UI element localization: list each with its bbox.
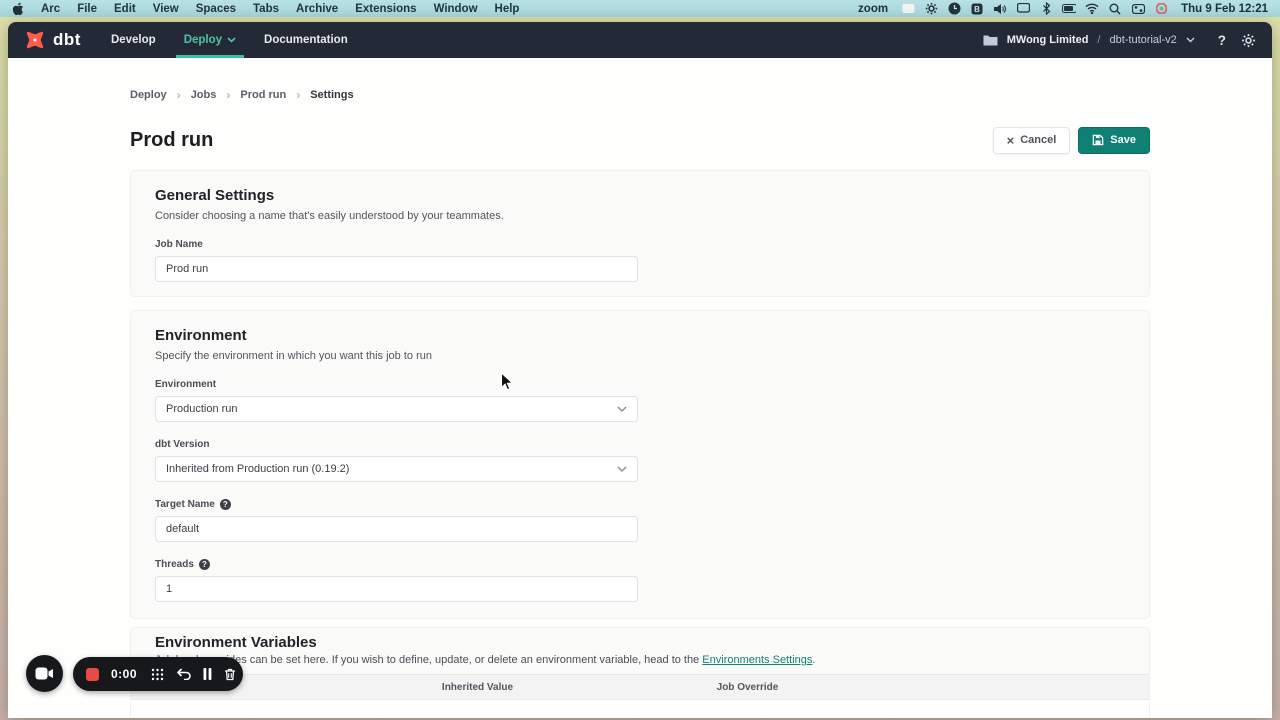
macos-menubar: Arc File Edit View Spaces Tabs Archive E… [0, 0, 1280, 17]
menubar-item-arc[interactable]: Arc [41, 3, 60, 15]
general-settings-heading: General Settings [155, 187, 1125, 204]
threads-input[interactable] [155, 576, 638, 602]
environment-variables-heading: Environment Variables [155, 634, 1125, 651]
chevron-down-icon[interactable] [1186, 37, 1195, 43]
job-name-input[interactable] [155, 256, 638, 282]
threads-label: Threads ? [155, 558, 638, 570]
battery-icon[interactable] [1062, 2, 1076, 16]
header-separator: / [1097, 34, 1100, 46]
close-icon: × [1007, 133, 1015, 148]
breadcrumb-prod-run[interactable]: Prod run [240, 89, 286, 101]
settings-page: Deploy › Jobs › Prod run › Settings Prod… [130, 58, 1150, 718]
help-icon[interactable]: ? [199, 559, 210, 570]
pause-icon[interactable] [203, 668, 212, 680]
menubar-item-help[interactable]: Help [495, 3, 520, 15]
recording-timer: 0:00 [111, 667, 137, 681]
environments-settings-link[interactable]: Environments Settings [702, 654, 812, 666]
chevron-down-icon [617, 406, 627, 412]
trash-icon[interactable] [224, 668, 236, 681]
video-camera-icon [35, 667, 54, 680]
volume-icon[interactable] [993, 2, 1007, 16]
dbt-version-label: dbt Version [155, 438, 638, 450]
desktop-wallpaper: Arc File Edit View Spaces Tabs Archive E… [0, 0, 1280, 720]
target-name-input[interactable] [155, 516, 638, 542]
dbt-logo-icon [24, 29, 46, 51]
clock-icon[interactable] [947, 2, 961, 16]
menubar-item-extensions[interactable]: Extensions [355, 3, 416, 15]
grid-icon[interactable] [151, 668, 164, 681]
nav-deploy[interactable]: Deploy [184, 22, 236, 58]
gear-icon[interactable] [924, 2, 938, 16]
camera-button[interactable] [26, 655, 63, 692]
table-row [131, 700, 1149, 718]
save-button[interactable]: Save [1078, 127, 1150, 154]
wifi-icon[interactable] [1085, 2, 1099, 16]
environment-variables-table-header: Inherited Value Job Override [131, 674, 1149, 700]
breadcrumb-separator: › [177, 88, 181, 102]
general-settings-card: General Settings Consider choosing a nam… [130, 170, 1150, 297]
environment-heading: Environment [155, 327, 1125, 344]
help-icon[interactable]: ? [1218, 33, 1226, 48]
dbt-app-header: dbt Develop Deploy Documentation MWong L [8, 22, 1272, 58]
search-icon[interactable] [1108, 2, 1122, 16]
breadcrumb: Deploy › Jobs › Prod run › Settings [130, 88, 1150, 102]
environment-select-label: Environment [155, 378, 638, 390]
chevron-down-icon [617, 466, 627, 472]
environment-variables-card: Environment Variables Job level override… [130, 627, 1150, 718]
chevron-down-icon [227, 37, 236, 43]
control-center-icon[interactable] [1131, 2, 1145, 16]
environment-subtitle: Specify the environment in which you wan… [155, 350, 1125, 362]
bluetooth-icon[interactable] [1039, 2, 1053, 16]
undo-icon[interactable] [176, 668, 191, 680]
dbt-logo[interactable]: dbt [24, 22, 81, 58]
environment-card: Environment Specify the environment in w… [130, 310, 1150, 619]
help-icon[interactable]: ? [220, 499, 231, 510]
folder-icon [983, 34, 998, 46]
save-icon [1092, 134, 1104, 146]
stop-record-button[interactable] [86, 668, 99, 681]
project-switcher[interactable]: dbt-tutorial-v2 [1109, 34, 1176, 46]
environment-variables-description: Job level overrides can be set here. If … [155, 654, 1125, 666]
menubar-item-file[interactable]: File [77, 3, 97, 15]
general-settings-subtitle: Consider choosing a name that's easily u… [155, 210, 1125, 222]
cancel-button[interactable]: × Cancel [993, 127, 1071, 154]
breadcrumb-deploy[interactable]: Deploy [130, 89, 167, 101]
account-switcher[interactable]: MWong Limited [1007, 34, 1089, 46]
column-job-override: Job Override [620, 682, 875, 693]
settings-gear-icon[interactable] [1241, 33, 1256, 48]
page-title: Prod run [130, 129, 213, 152]
svg-text:B: B [974, 5, 980, 14]
recording-toolbar: 0:00 [73, 657, 243, 691]
box-app-icon[interactable]: B [970, 2, 984, 16]
target-name-label: Target Name ? [155, 498, 638, 510]
menubar-clock[interactable]: Thu 9 Feb 12:21 [1181, 3, 1268, 15]
menubar-zoom-app[interactable]: zoom [858, 3, 888, 15]
screen-mirror-icon[interactable] [901, 2, 915, 16]
job-name-label: Job Name [155, 238, 638, 250]
menubar-item-spaces[interactable]: Spaces [196, 3, 236, 15]
menubar-item-view[interactable]: View [153, 3, 179, 15]
main-nav: Develop Deploy Documentation [111, 22, 348, 58]
menubar-item-window[interactable]: Window [434, 3, 478, 15]
browser-window: dbt Develop Deploy Documentation MWong L [8, 22, 1272, 718]
breadcrumb-jobs[interactable]: Jobs [191, 89, 217, 101]
breadcrumb-separator: › [226, 88, 230, 102]
column-inherited-value: Inherited Value [335, 682, 620, 693]
nav-documentation[interactable]: Documentation [264, 22, 348, 58]
menubar-item-edit[interactable]: Edit [114, 3, 136, 15]
menubar-item-archive[interactable]: Archive [296, 3, 338, 15]
nav-develop[interactable]: Develop [111, 22, 156, 58]
breadcrumb-settings: Settings [310, 89, 353, 101]
recording-status-icon[interactable] [1154, 2, 1168, 16]
environment-select[interactable]: Production run [155, 396, 638, 422]
menubar-item-tabs[interactable]: Tabs [253, 3, 279, 15]
breadcrumb-separator: › [296, 88, 300, 102]
dbt-logo-text: dbt [53, 30, 81, 50]
dbt-version-select[interactable]: Inherited from Production run (0.19.2) [155, 456, 638, 482]
apple-menu-icon[interactable] [12, 2, 24, 16]
display-icon[interactable] [1016, 2, 1030, 16]
mouse-cursor [500, 372, 514, 397]
